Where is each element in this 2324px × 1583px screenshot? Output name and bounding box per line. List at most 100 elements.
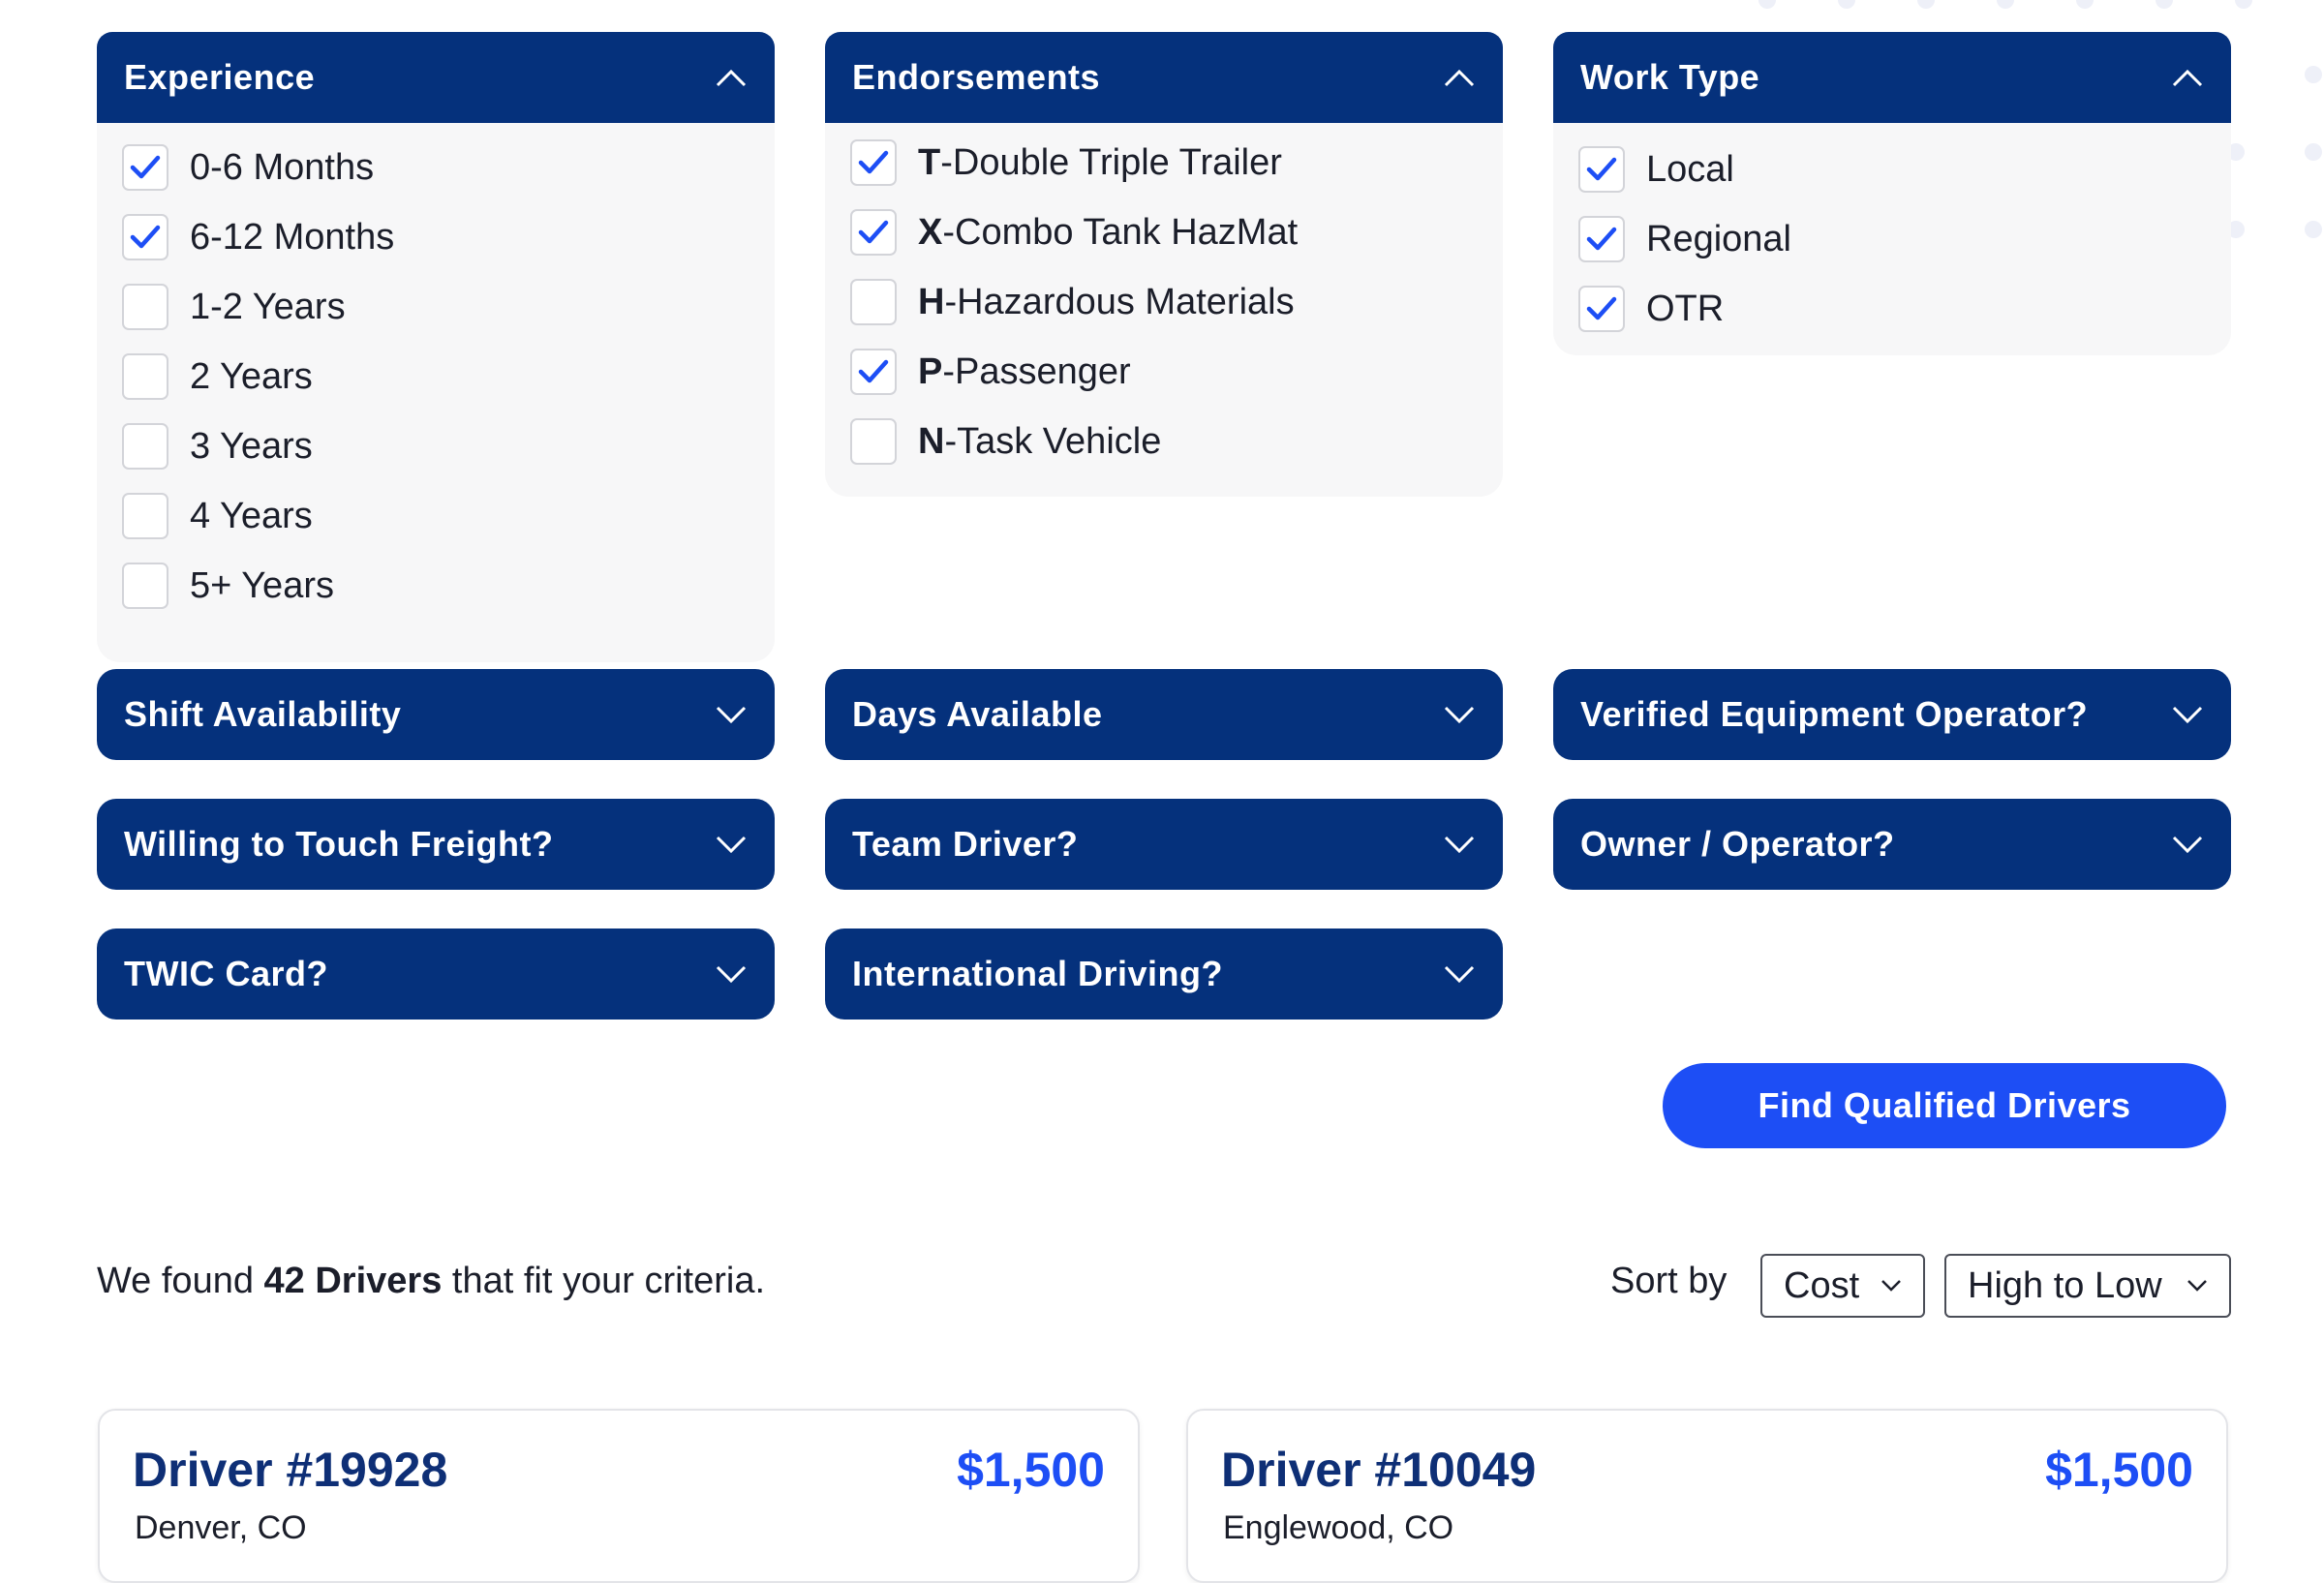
endorsement-name: -Hazardous Materials: [944, 281, 1295, 322]
team-driver-filter[interactable]: Team Driver?: [825, 799, 1503, 890]
option-label: N-Task Vehicle: [918, 421, 1161, 463]
chevron-down-icon: [1444, 836, 1475, 854]
work-type-filter-header[interactable]: Work Type: [1553, 32, 2231, 123]
checkmark-icon: [130, 155, 161, 179]
checkbox[interactable]: [122, 563, 168, 609]
checkbox[interactable]: [122, 493, 168, 539]
checkbox[interactable]: [850, 279, 897, 325]
driver-location: Englewood, CO: [1223, 1509, 1454, 1546]
filter-title: Willing to Touch Freight?: [124, 824, 554, 864]
international-driving-filter[interactable]: International Driving?: [825, 928, 1503, 1020]
checkmark-icon: [858, 220, 889, 244]
option-label: 5+ Years: [190, 564, 334, 606]
chevron-down-icon: [1444, 965, 1475, 984]
twic-card-filter[interactable]: TWIC Card?: [97, 928, 775, 1020]
option-label: H-Hazardous Materials: [918, 282, 1295, 323]
filter-title: International Driving?: [852, 954, 1224, 993]
owner-operator-filter[interactable]: Owner / Operator?: [1553, 799, 2231, 890]
checkbox[interactable]: [122, 284, 168, 330]
option-label: P-Passenger: [918, 351, 1131, 393]
checkbox-option[interactable]: 2 Years: [122, 342, 749, 411]
option-label: Local: [1646, 148, 1734, 190]
endorsements-options: T-Double Triple Trailer X-Combo Tank HazM…: [825, 123, 1503, 497]
checkbox[interactable]: [122, 353, 168, 400]
driver-card[interactable]: Driver #10049 $1,500 Englewood, CO: [1186, 1409, 2228, 1583]
checkbox-option[interactable]: 4 Years: [122, 481, 749, 551]
filter-title: Team Driver?: [852, 824, 1079, 864]
chevron-down-icon: [2187, 1280, 2207, 1292]
results-prefix: We found: [97, 1261, 254, 1301]
checkbox-option[interactable]: N-Task Vehicle: [850, 407, 1478, 476]
checkmark-icon: [1586, 296, 1617, 320]
experience-options: 0-6 Months 6-12 Months 1-2 Years 2 Years 3 Y…: [97, 123, 775, 662]
checkmark-icon: [858, 359, 889, 383]
results-count: 42 Drivers: [263, 1261, 443, 1301]
checkbox-option[interactable]: 6-12 Months: [122, 202, 749, 272]
driver-name: Driver #19928: [133, 1443, 448, 1497]
days-available-filter[interactable]: Days Available: [825, 669, 1503, 760]
touch-freight-filter[interactable]: Willing to Touch Freight?: [97, 799, 775, 890]
sort-order-select[interactable]: High to Low: [1944, 1254, 2231, 1318]
option-label: T-Double Triple Trailer: [918, 142, 1282, 184]
checkbox[interactable]: [122, 144, 168, 191]
checkbox[interactable]: [850, 418, 897, 465]
filter-title: Owner / Operator?: [1580, 824, 1895, 864]
endorsement-name: -Task Vehicle: [944, 420, 1162, 462]
driver-card[interactable]: Driver #19928 $1,500 Denver, CO: [98, 1409, 1140, 1583]
work-type-options: Local Regional OTR: [1553, 123, 2231, 355]
checkbox[interactable]: [850, 139, 897, 186]
checkbox-option[interactable]: 1-2 Years: [122, 272, 749, 342]
endorsements-filter-header[interactable]: Endorsements: [825, 32, 1503, 123]
experience-filter-header[interactable]: Experience: [97, 32, 775, 123]
filter-title: TWIC Card?: [124, 954, 328, 993]
checkbox[interactable]: [122, 214, 168, 260]
checkbox-option[interactable]: 5+ Years: [122, 551, 749, 621]
checkbox[interactable]: [1578, 286, 1625, 332]
filter-title: Shift Availability: [124, 694, 402, 734]
filter-title: Days Available: [852, 694, 1103, 734]
sort-order-value: High to Low: [1968, 1264, 2162, 1306]
work-type-filter-title: Work Type: [1580, 57, 1760, 97]
chevron-down-icon: [2172, 836, 2203, 854]
sort-field-select[interactable]: Cost: [1760, 1254, 1925, 1318]
chevron-up-icon: [716, 69, 747, 87]
endorsement-code: P: [918, 350, 943, 392]
endorsement-code: T: [918, 141, 941, 183]
checkbox[interactable]: [1578, 216, 1625, 262]
checkbox[interactable]: [1578, 146, 1625, 193]
option-label: 3 Years: [190, 425, 313, 467]
work-type-filter-panel: Work Type Local Regional OTR: [1553, 32, 2231, 355]
chevron-up-icon: [1444, 69, 1475, 87]
checkbox-option[interactable]: 0-6 Months: [122, 133, 749, 202]
endorsements-filter-title: Endorsements: [852, 57, 1101, 97]
checkbox-option[interactable]: X-Combo Tank HazMat: [850, 198, 1478, 267]
chevron-up-icon: [2172, 69, 2203, 87]
checkbox-option[interactable]: P-Passenger: [850, 337, 1478, 407]
endorsement-code: H: [918, 281, 945, 322]
checkbox-option[interactable]: Regional: [1578, 204, 2206, 274]
option-label: 6-12 Months: [190, 216, 395, 258]
shift-availability-filter[interactable]: Shift Availability: [97, 669, 775, 760]
checkbox-option[interactable]: H-Hazardous Materials: [850, 267, 1478, 337]
chevron-down-icon: [716, 836, 747, 854]
checkbox[interactable]: [122, 423, 168, 470]
checkbox-option[interactable]: Local: [1578, 135, 2206, 204]
endorsement-name: -Combo Tank HazMat: [942, 211, 1299, 253]
checkmark-icon: [130, 225, 161, 249]
endorsement-name: -Double Triple Trailer: [940, 141, 1282, 183]
option-label: 2 Years: [190, 355, 313, 397]
checkbox-option[interactable]: 3 Years: [122, 411, 749, 481]
checkmark-icon: [1586, 227, 1617, 251]
driver-location: Denver, CO: [135, 1509, 307, 1546]
driver-name: Driver #10049: [1221, 1443, 1537, 1497]
find-qualified-drivers-button[interactable]: Find Qualified Drivers: [1663, 1063, 2226, 1148]
endorsements-filter-panel: Endorsements T-Double Triple Trailer X-Co…: [825, 32, 1503, 497]
chevron-down-icon: [716, 706, 747, 724]
checkbox-option[interactable]: T-Double Triple Trailer: [850, 128, 1478, 198]
option-label: Regional: [1646, 218, 1791, 259]
checkbox-option[interactable]: OTR: [1578, 274, 2206, 344]
checkbox[interactable]: [850, 349, 897, 395]
verified-equipment-operator-filter[interactable]: Verified Equipment Operator?: [1553, 669, 2231, 760]
chevron-down-icon: [716, 965, 747, 984]
checkbox[interactable]: [850, 209, 897, 256]
